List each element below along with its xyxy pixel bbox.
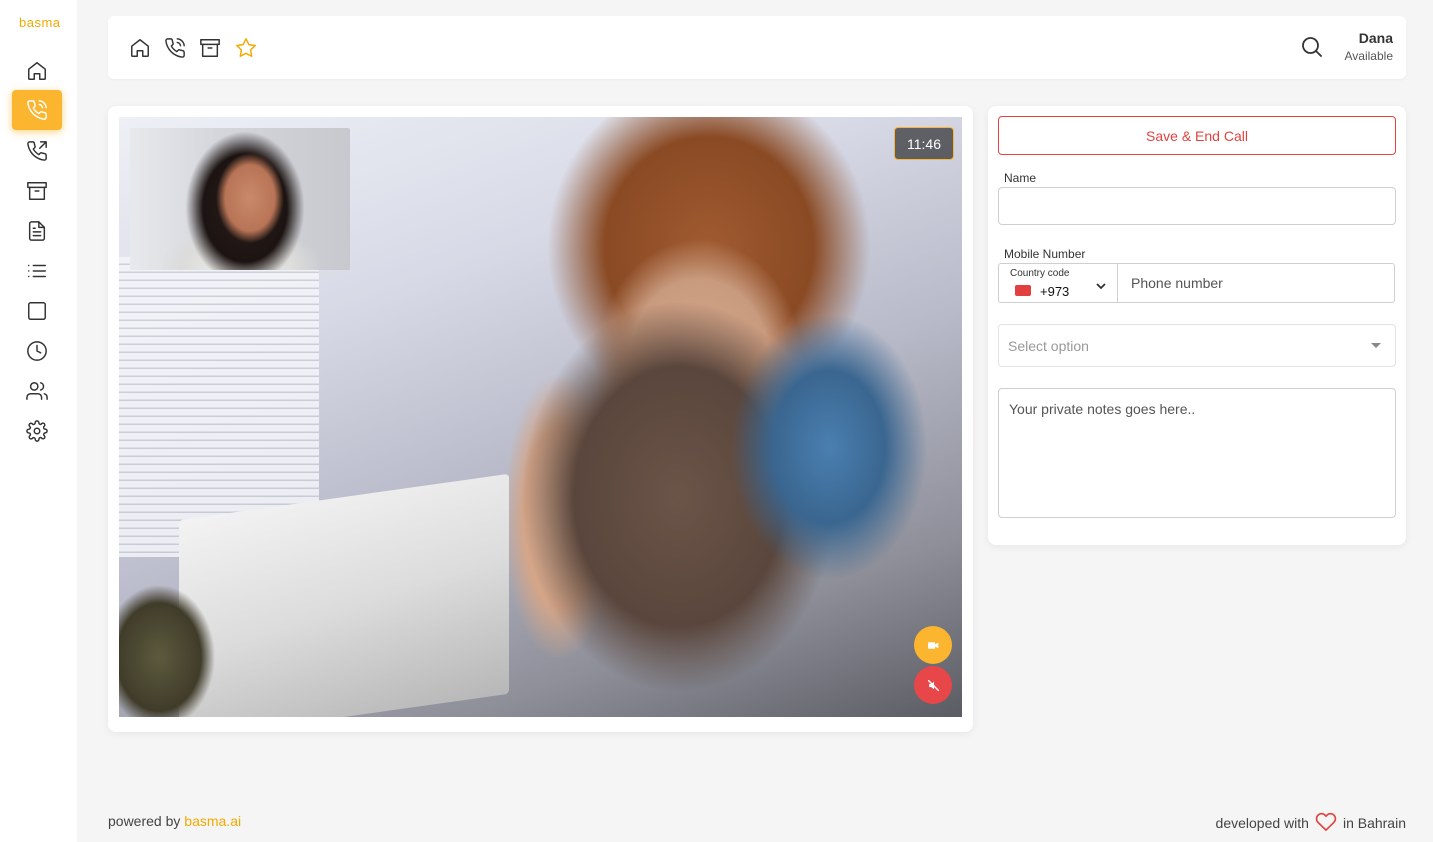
sidebar-item-documents[interactable] [17, 211, 57, 251]
call-timer: 11:46 [894, 127, 954, 160]
video-background-plant [119, 557, 239, 717]
header-archive-button[interactable] [198, 36, 222, 60]
developed-with-text: developed with [1215, 814, 1309, 831]
user-status: Available [1344, 49, 1393, 63]
top-header: Dana Available [108, 16, 1406, 79]
search-button[interactable] [1300, 35, 1326, 61]
footer-powered-by: powered by basma.ai [108, 813, 241, 829]
powered-by-brand-link[interactable]: basma.ai [184, 813, 241, 829]
caret-down-icon [1371, 343, 1381, 348]
search-icon [1302, 37, 1322, 57]
country-code-select[interactable]: Country code +973 [999, 264, 1118, 302]
star-icon [236, 38, 256, 57]
sidebar-item-users[interactable] [17, 371, 57, 411]
select-placeholder: Select option [1008, 338, 1089, 354]
chevron-down-icon [1095, 279, 1107, 291]
speaker-muted-icon [927, 679, 939, 691]
heart-icon [1315, 811, 1337, 834]
footer-developed-with: developed with in Bahrain [1216, 811, 1406, 834]
caller-details-form: Save & End Call Name Mobile Number Count… [988, 106, 1406, 545]
video-camera-icon [927, 641, 938, 649]
sidebar-item-list[interactable] [17, 251, 57, 291]
phone-outgoing-icon [27, 141, 47, 161]
country-code-label: Country code [1010, 268, 1070, 279]
list-icon [28, 264, 46, 278]
sidebar-item-home[interactable] [17, 51, 57, 91]
option-select[interactable]: Select option [998, 324, 1396, 367]
home-icon [28, 62, 46, 80]
save-end-call-button[interactable]: Save & End Call [998, 116, 1396, 155]
toggle-mute-button[interactable] [914, 666, 952, 704]
header-home-button[interactable] [128, 36, 152, 60]
local-video-preview[interactable] [130, 128, 350, 270]
bahrain-flag-icon [1015, 285, 1031, 296]
archive-icon [27, 182, 47, 200]
header-calls-button[interactable] [163, 36, 187, 60]
settings-icon [26, 420, 48, 442]
mobile-number-label: Mobile Number [1004, 247, 1086, 261]
mobile-number-field: Country code +973 [998, 263, 1395, 303]
phone-call-icon [165, 38, 185, 58]
square-icon [28, 302, 46, 320]
phone-call-icon [27, 100, 47, 120]
private-notes-textarea[interactable] [998, 388, 1396, 518]
phone-number-input[interactable] [1119, 264, 1394, 302]
sidebar: basma [0, 0, 77, 842]
users-icon [26, 382, 48, 400]
name-label: Name [1004, 171, 1037, 185]
user-name[interactable]: Dana [1359, 30, 1393, 46]
sidebar-item-settings[interactable] [17, 411, 57, 451]
toggle-video-button[interactable] [914, 626, 952, 664]
app-logo: basma [19, 15, 61, 30]
clock-icon [27, 341, 47, 361]
powered-by-text: powered by [108, 813, 185, 829]
header-favorites-button[interactable] [234, 36, 258, 60]
video-call-card: 11:46 [108, 106, 973, 732]
country-code-value: +973 [1040, 284, 1070, 299]
in-bahrain-text: in Bahrain [1342, 814, 1406, 831]
home-icon [131, 39, 149, 57]
document-icon [28, 221, 46, 241]
sidebar-item-history[interactable] [17, 331, 57, 371]
sidebar-item-outgoing[interactable] [17, 131, 57, 171]
sidebar-item-archive[interactable] [17, 171, 57, 211]
name-input[interactable] [998, 187, 1396, 225]
remote-video-feed: 11:46 [119, 117, 962, 717]
sidebar-item-calls[interactable] [12, 90, 62, 130]
archive-icon [200, 39, 220, 57]
sidebar-item-square[interactable] [17, 291, 57, 331]
